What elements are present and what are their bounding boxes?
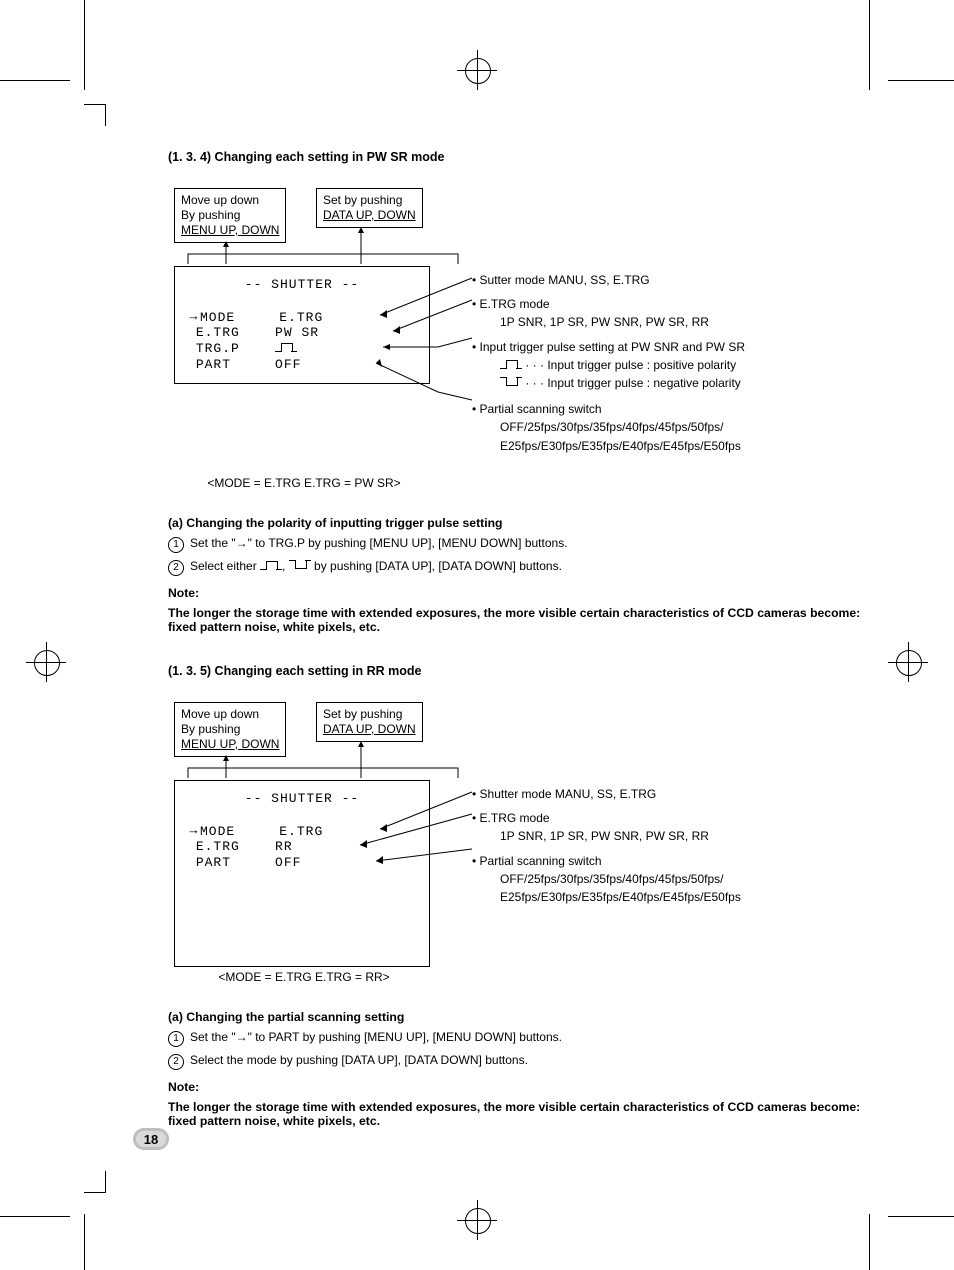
crop-mark-top (457, 50, 497, 90)
page-number-badge: 18 (133, 1128, 169, 1150)
step-number-icon: 1 (168, 537, 184, 553)
note-title: Note: (168, 586, 868, 600)
note-body: The longer the storage time with extende… (168, 606, 868, 634)
step-1: 1Set the "→" to TRG.P by pushing [MENU U… (168, 536, 868, 553)
crop-corner (105, 104, 106, 126)
page-number: 18 (144, 1132, 158, 1147)
crop-mark-right (888, 642, 928, 682)
note-title: Note: (168, 1080, 868, 1094)
crop-corner (0, 1216, 70, 1217)
crop-corner (0, 80, 70, 81)
step-2: 2Select either , by pushing [DATA UP], [… (168, 559, 868, 576)
crop-corner (84, 104, 106, 105)
diagram-caption: <MODE = E.TRG E.TRG = PW SR> (174, 476, 434, 490)
step-1: 1Set the "→" to PART by pushing [MENU UP… (168, 1030, 868, 1047)
crop-mark-bottom (457, 1200, 497, 1240)
diagram-pw-sr: Move up down By pushing MENU UP, DOWN Se… (168, 172, 868, 472)
diagram-connectors (168, 172, 868, 472)
step-number-icon: 1 (168, 1031, 184, 1047)
crop-corner (84, 0, 85, 90)
section-1-heading: (1. 3. 4) Changing each setting in PW SR… (168, 150, 868, 164)
diagram-connectors (168, 686, 868, 986)
step-number-icon: 2 (168, 1054, 184, 1070)
crop-corner (888, 80, 954, 81)
step-number-icon: 2 (168, 560, 184, 576)
crop-corner (105, 1171, 106, 1193)
crop-corner (84, 1192, 106, 1193)
sub-a-heading: (a) Changing the partial scanning settin… (168, 1010, 868, 1024)
sub-a-heading: (a) Changing the polarity of inputting t… (168, 516, 868, 530)
section-2-heading: (1. 3. 5) Changing each setting in RR mo… (168, 664, 868, 678)
crop-corner (869, 0, 870, 90)
diagram-rr: Move up down By pushing MENU UP, DOWN Se… (168, 686, 868, 966)
note-body: The longer the storage time with extende… (168, 1100, 868, 1128)
step-2: 2Select the mode by pushing [DATA UP], [… (168, 1053, 868, 1070)
crop-corner (888, 1216, 954, 1217)
crop-corner (869, 1214, 870, 1270)
crop-mark-left (26, 642, 66, 682)
crop-corner (84, 1214, 85, 1270)
